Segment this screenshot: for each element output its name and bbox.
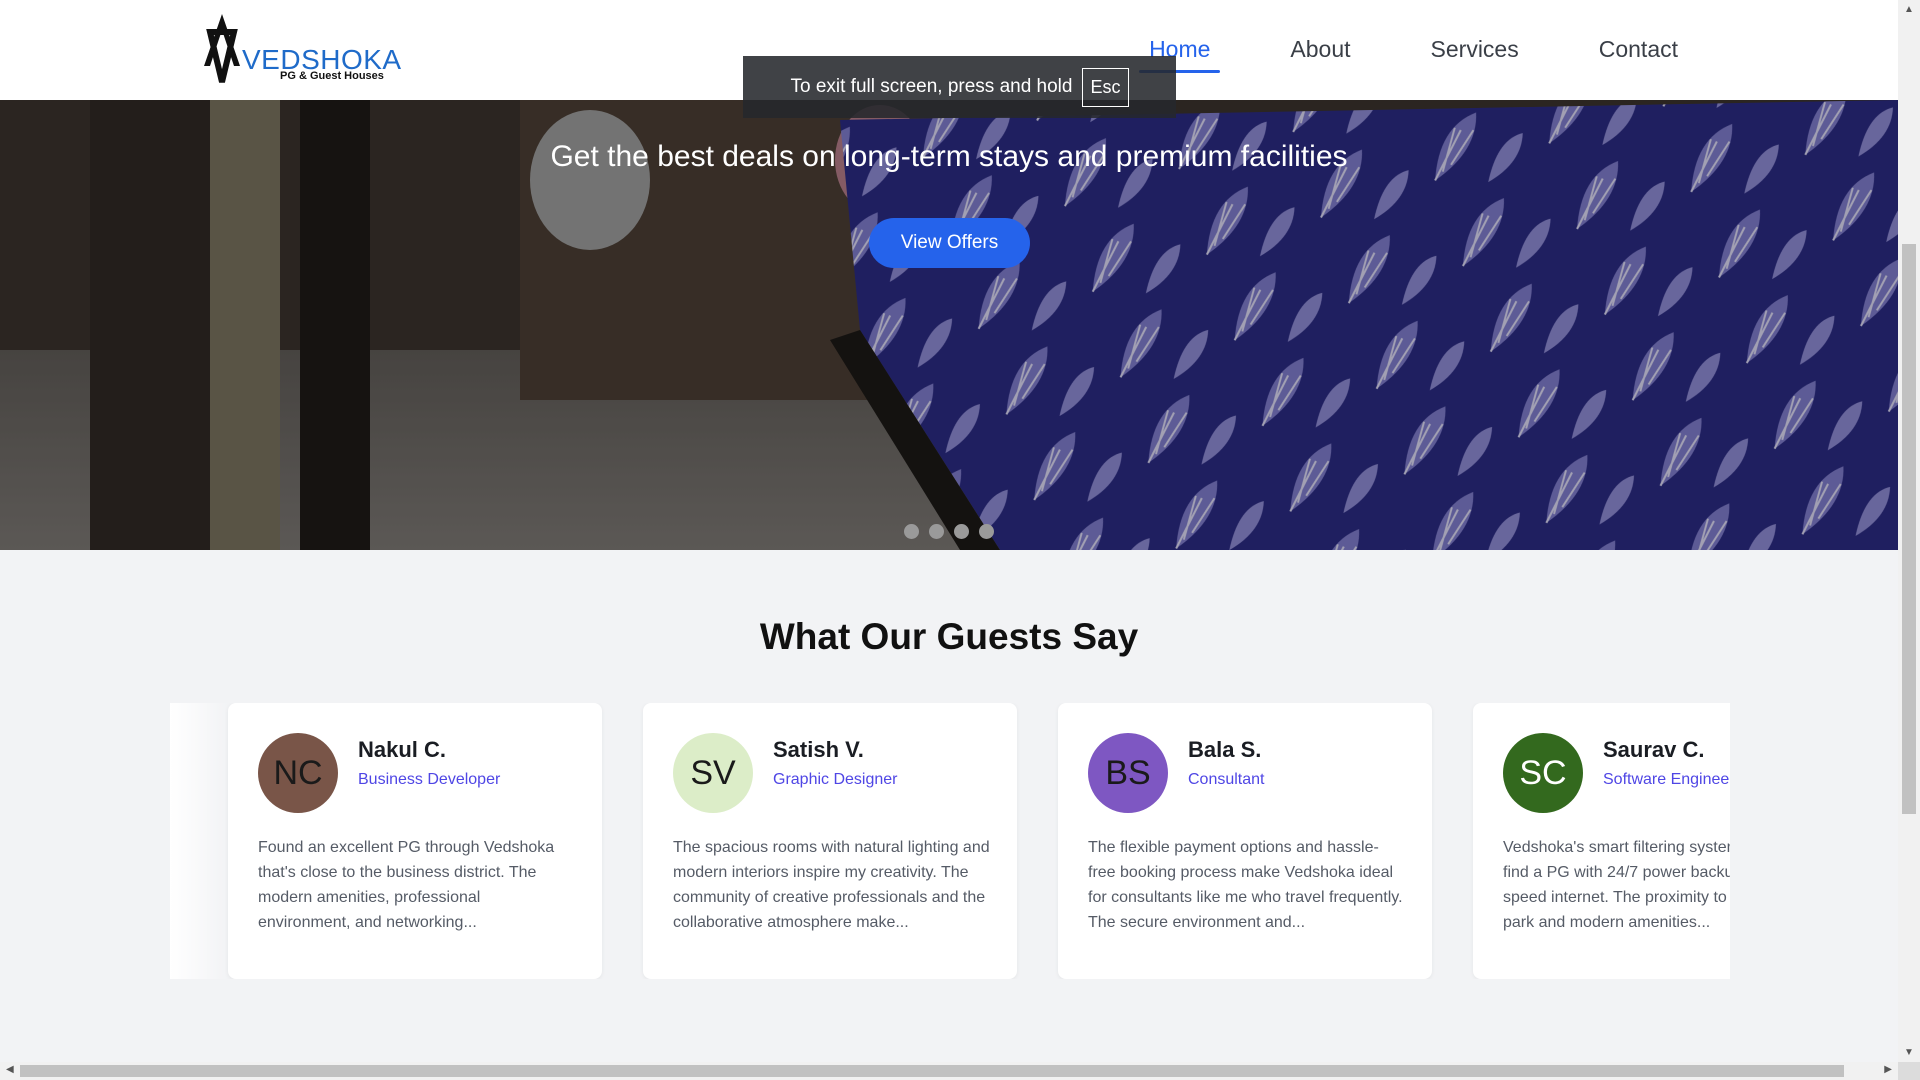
testimonial-card: BS Bala S. Consultant The flexible payme…: [1058, 703, 1432, 979]
nav-services[interactable]: Services: [1421, 32, 1529, 73]
testimonial-quote: The spacious rooms with natural lighting…: [673, 839, 990, 931]
avatar: SV: [673, 733, 753, 813]
scrollbar-corner: [1898, 1062, 1920, 1080]
page: VEDSHOKA PG & Guest Houses Home About Se…: [0, 0, 1920, 1080]
avatar: NC: [258, 733, 338, 813]
carousel-left-fade: [170, 703, 228, 979]
guest-name: Satish V.: [773, 737, 864, 762]
testimonial-quote: Vedshoka's smart filtering system helped…: [1503, 839, 1730, 931]
horizontal-scroll-thumb[interactable]: [20, 1065, 1844, 1077]
avatar: SC: [1503, 733, 1583, 813]
testimonial-card: SC Saurav C. Software Engineer Vedshoka'…: [1473, 703, 1730, 979]
vertical-scrollbar[interactable]: ▲ ▼: [1898, 0, 1920, 1062]
slider-dot-3[interactable]: [954, 524, 969, 539]
slider-dot-2[interactable]: [929, 524, 944, 539]
avatar: BS: [1088, 733, 1168, 813]
guest-role: Software Engineer: [1603, 771, 1730, 788]
guest-role: Graphic Designer: [773, 771, 898, 788]
esc-key-badge: Esc: [1082, 67, 1129, 107]
guest-name: Nakul C.: [358, 737, 447, 762]
scroll-left-arrow-icon[interactable]: ◀: [6, 1064, 14, 1075]
slider-dots: [0, 524, 1898, 539]
nav-about[interactable]: About: [1280, 32, 1360, 73]
scroll-right-arrow-icon[interactable]: ▶: [1884, 1064, 1892, 1075]
brand-tagline: PG & Guest Houses: [280, 70, 384, 82]
testimonials-title: What Our Guests Say: [759, 616, 1139, 657]
slider-dot-1[interactable]: [904, 524, 919, 539]
testimonials-carousel[interactable]: NC Nakul C. Business Developer Found an …: [170, 703, 1730, 979]
fullscreen-notice-text: To exit full screen, press and hold: [790, 76, 1073, 97]
scroll-down-arrow-icon[interactable]: ▼: [1904, 1047, 1914, 1058]
testimonial-quote: Found an excellent PG through Vedshoka t…: [258, 839, 555, 931]
testimonial-card: NC Nakul C. Business Developer Found an …: [228, 703, 602, 979]
hero-slider: Get the best deals on long-term stays an…: [0, 100, 1898, 550]
testimonial-card: SV Satish V. Graphic Designer The spacio…: [643, 703, 1017, 979]
hero-tagline: Get the best deals on long-term stays an…: [550, 140, 1348, 173]
guest-role: Business Developer: [358, 771, 501, 788]
testimonial-quote: The flexible payment options and hassle-…: [1088, 839, 1403, 931]
guest-role: Consultant: [1188, 771, 1265, 788]
guest-name: Saurav C.: [1603, 737, 1705, 762]
scroll-up-arrow-icon[interactable]: ▲: [1904, 4, 1914, 15]
slider-dot-4[interactable]: [979, 524, 994, 539]
horizontal-scrollbar[interactable]: ◀ ▶: [0, 1062, 1898, 1080]
fullscreen-exit-notice: To exit full screen, press and hold Esc: [743, 56, 1176, 118]
guest-name: Bala S.: [1188, 737, 1262, 762]
view-offers-button[interactable]: View Offers: [869, 218, 1030, 268]
vertical-scroll-thumb[interactable]: [1902, 244, 1916, 814]
testimonials-section: What Our Guests Say NC Nakul C. Business…: [0, 550, 1898, 1040]
nav-contact[interactable]: Contact: [1589, 32, 1688, 73]
